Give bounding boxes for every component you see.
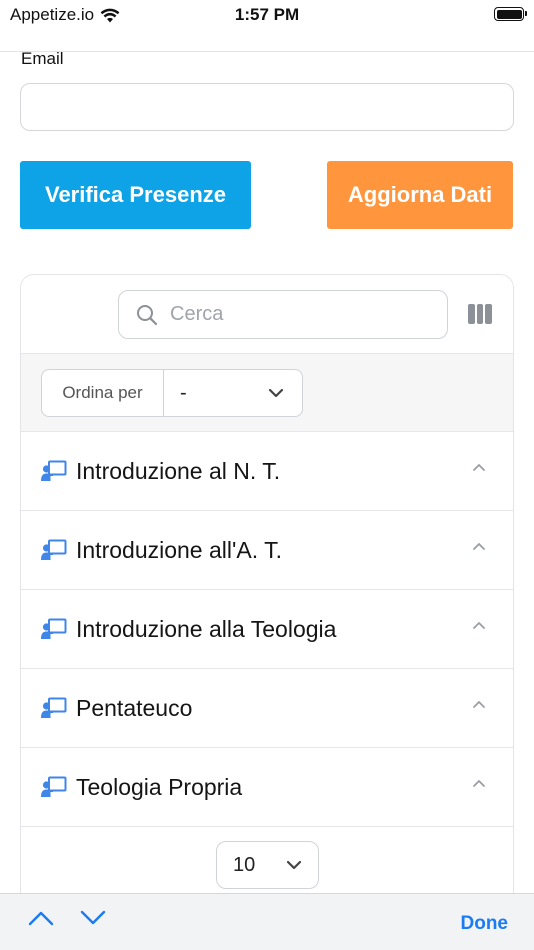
sort-value: - — [180, 381, 187, 404]
email-field[interactable] — [20, 83, 514, 131]
sort-select[interactable]: - — [164, 370, 302, 416]
courses-table: Ordina per - Introduzione al N. T. — [20, 274, 514, 914]
verifica-presenze-button[interactable]: Verifica Presenze — [20, 161, 251, 229]
sort-bar: Ordina per - — [21, 353, 513, 432]
chevron-up-icon[interactable] — [28, 910, 54, 926]
chevron-up-icon[interactable] — [472, 700, 486, 709]
page-size-value: 10 — [233, 853, 256, 876]
chalkboard-teacher-icon — [41, 618, 67, 639]
keyboard-toolbar: Done — [0, 893, 534, 950]
battery-icon — [494, 7, 527, 21]
search-icon — [137, 304, 158, 325]
course-title: Pentateuco — [76, 694, 193, 721]
chalkboard-teacher-icon — [41, 776, 67, 797]
course-list: Introduzione al N. T. Introduzione all'A… — [21, 432, 513, 827]
search-input[interactable] — [170, 303, 430, 326]
chevron-up-icon[interactable] — [472, 463, 486, 472]
course-title: Teologia Propria — [76, 773, 243, 800]
search-box — [118, 290, 448, 339]
chevron-down-icon — [268, 388, 284, 398]
sort-control: Ordina per - — [41, 369, 303, 417]
table-toolbar — [21, 275, 513, 353]
sort-label: Ordina per — [42, 370, 164, 416]
aggiorna-dati-button[interactable]: Aggiorna Dati — [327, 161, 513, 229]
chevron-down-icon — [286, 860, 302, 870]
course-title: Introduzione alla Teologia — [76, 615, 337, 642]
columns-icon[interactable] — [468, 304, 493, 324]
page-size-select[interactable]: 10 — [216, 841, 319, 889]
chevron-down-icon[interactable] — [80, 910, 106, 926]
list-item[interactable]: Introduzione all'A. T. — [21, 511, 513, 590]
list-item[interactable]: Pentateuco — [21, 669, 513, 748]
chevron-up-icon[interactable] — [472, 779, 486, 788]
course-title: Introduzione all'A. T. — [76, 536, 282, 563]
email-label: Email — [21, 49, 64, 68]
status-bar: Appetize.io 1:57 PM — [0, 0, 534, 52]
list-item[interactable]: Teologia Propria — [21, 748, 513, 827]
list-item[interactable]: Introduzione al N. T. — [21, 432, 513, 511]
chalkboard-teacher-icon — [41, 539, 67, 560]
chevron-up-icon[interactable] — [472, 542, 486, 551]
chalkboard-teacher-icon — [41, 697, 67, 718]
course-title: Introduzione al N. T. — [76, 457, 281, 484]
list-item[interactable]: Introduzione alla Teologia — [21, 590, 513, 669]
chalkboard-teacher-icon — [41, 460, 67, 481]
chevron-up-icon[interactable] — [472, 621, 486, 630]
status-time: 1:57 PM — [234, 5, 300, 24]
done-button[interactable]: Done — [461, 913, 509, 935]
